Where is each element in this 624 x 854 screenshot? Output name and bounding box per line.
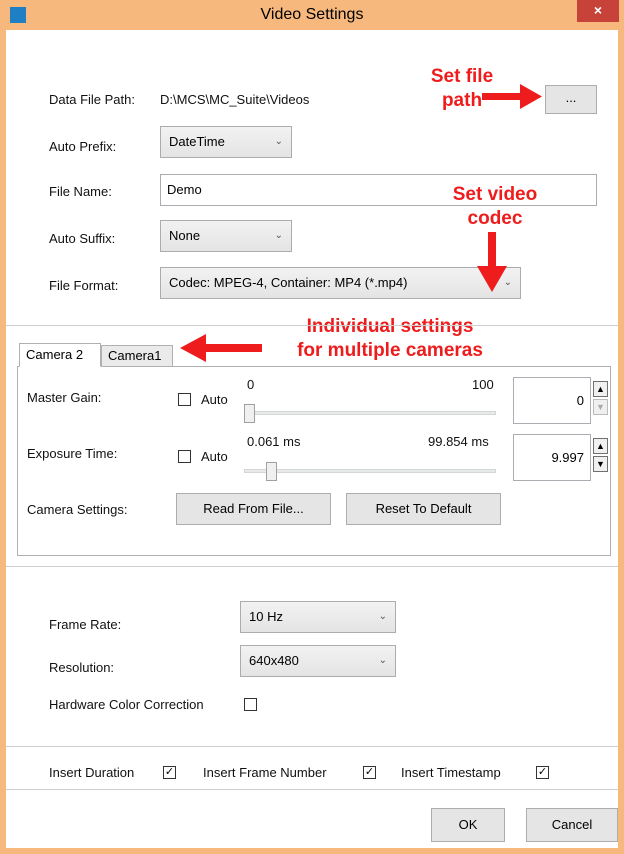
annotation-line: Individual settings xyxy=(306,316,474,337)
auto-suffix-value: None xyxy=(169,228,201,243)
chevron-down-icon: ⌄ xyxy=(378,611,387,622)
annotation-line: for multiple cameras xyxy=(297,340,483,361)
arrow-down-icon xyxy=(477,232,507,292)
master-gain-down-button[interactable]: ▼ xyxy=(593,399,608,415)
auto-prefix-value: DateTime xyxy=(169,134,225,149)
data-file-path-value: D:\MCS\MC_Suite\Videos xyxy=(160,92,310,107)
exposure-auto-checkbox[interactable] xyxy=(178,450,191,463)
camera-settings-label: Camera Settings: xyxy=(27,502,128,517)
resolution-dropdown[interactable]: 640x480 ⌄ xyxy=(240,645,396,677)
section-divider xyxy=(6,566,618,567)
data-file-path-label: Data File Path: xyxy=(49,92,135,107)
master-gain-slider-track[interactable] xyxy=(244,411,496,415)
section-divider xyxy=(6,746,618,747)
window-border-bottom xyxy=(0,848,624,854)
master-gain-label: Master Gain: xyxy=(27,390,102,405)
browse-button[interactable]: ... xyxy=(545,85,597,114)
master-gain-auto-label: Auto xyxy=(201,392,228,407)
auto-prefix-dropdown[interactable]: DateTime ⌄ xyxy=(160,126,292,158)
master-gain-up-button[interactable]: ▲ xyxy=(593,381,608,397)
chevron-down-icon: ⌄ xyxy=(378,655,387,666)
auto-prefix-label: Auto Prefix: xyxy=(49,139,117,154)
annotation-set-video-codec: Set video codec xyxy=(425,183,565,231)
hw-color-correction-label: Hardware Color Correction xyxy=(49,697,204,712)
exposure-slider-thumb[interactable] xyxy=(266,462,277,481)
read-from-file-button[interactable]: Read From File... xyxy=(176,493,331,525)
tab-camera-1[interactable]: Camera1 xyxy=(101,345,173,367)
window-border-left xyxy=(0,30,6,854)
exposure-slider-track[interactable] xyxy=(244,469,496,473)
insert-duration-checkbox[interactable]: ✓ xyxy=(163,766,176,779)
window-title: Video Settings xyxy=(260,6,364,23)
frame-rate-label: Frame Rate: xyxy=(49,617,122,632)
exposure-max-label: 99.854 ms xyxy=(428,434,489,449)
hw-color-correction-checkbox[interactable] xyxy=(244,698,257,711)
master-gain-auto-checkbox[interactable] xyxy=(178,393,191,406)
arrow-right-icon xyxy=(482,84,542,109)
exposure-auto-label: Auto xyxy=(201,449,228,464)
insert-frame-number-checkbox[interactable]: ✓ xyxy=(363,766,376,779)
insert-timestamp-checkbox[interactable]: ✓ xyxy=(536,766,549,779)
exposure-time-label: Exposure Time: xyxy=(27,446,118,461)
file-format-dropdown[interactable]: Codec: MPEG-4, Container: MP4 (*.mp4) ⌄ xyxy=(160,267,521,299)
insert-duration-label: Insert Duration xyxy=(49,765,135,780)
master-gain-input[interactable]: 0 xyxy=(513,377,591,424)
file-format-value: Codec: MPEG-4, Container: MP4 (*.mp4) xyxy=(169,275,408,290)
reset-to-default-button[interactable]: Reset To Default xyxy=(346,493,501,525)
frame-rate-dropdown[interactable]: 10 Hz ⌄ xyxy=(240,601,396,633)
exposure-time-input[interactable]: 9.997 xyxy=(513,434,591,481)
ok-button[interactable]: OK xyxy=(431,808,505,842)
resolution-value: 640x480 xyxy=(249,653,299,668)
insert-timestamp-label: Insert Timestamp xyxy=(401,765,501,780)
tab-camera-2[interactable]: Camera 2 xyxy=(19,343,101,367)
master-gain-slider-thumb[interactable] xyxy=(244,404,255,423)
section-divider xyxy=(6,325,618,326)
master-gain-max-label: 100 xyxy=(472,377,494,392)
file-format-label: File Format: xyxy=(49,278,119,293)
auto-suffix-label: Auto Suffix: xyxy=(49,231,116,246)
frame-rate-value: 10 Hz xyxy=(249,609,283,624)
cancel-button[interactable]: Cancel xyxy=(526,808,618,842)
annotation-line: codec xyxy=(467,208,523,229)
arrow-left-icon xyxy=(180,334,262,362)
section-divider xyxy=(6,789,618,790)
exposure-up-button[interactable]: ▲ xyxy=(593,438,608,454)
auto-suffix-dropdown[interactable]: None ⌄ xyxy=(160,220,292,252)
master-gain-min-label: 0 xyxy=(247,377,255,392)
annotation-line: Set video xyxy=(452,184,538,205)
chevron-down-icon: ⌄ xyxy=(274,136,283,147)
file-name-label: File Name: xyxy=(49,184,112,199)
resolution-label: Resolution: xyxy=(49,660,115,675)
insert-frame-number-label: Insert Frame Number xyxy=(203,765,327,780)
annotation-individual-settings: Individual settings for multiple cameras xyxy=(260,315,520,363)
exposure-min-label: 0.061 ms xyxy=(247,434,301,449)
chevron-down-icon: ⌄ xyxy=(274,230,283,241)
close-button[interactable]: × xyxy=(577,0,619,22)
window-border-right xyxy=(618,30,624,854)
exposure-down-button[interactable]: ▼ xyxy=(593,456,608,472)
